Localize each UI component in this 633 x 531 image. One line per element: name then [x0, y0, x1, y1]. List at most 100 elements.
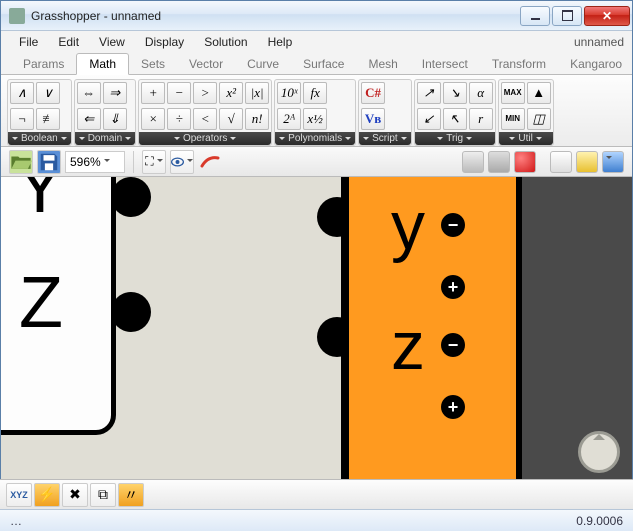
copy-button[interactable]: ⧉ [90, 483, 116, 507]
tab-params[interactable]: Params [11, 54, 76, 74]
menu-display[interactable]: Display [135, 33, 194, 51]
ribbon-button[interactable]: ∧ [10, 82, 34, 104]
minus-port-icon[interactable]: − [441, 213, 465, 237]
titlebar: Grasshopper - unnamed [1, 1, 632, 31]
plug-button[interactable]: ✖ [62, 483, 88, 507]
ribbon-button[interactable]: |x| [245, 82, 269, 104]
ribbon-button[interactable]: 2ᴬ [277, 108, 301, 130]
menu-help[interactable]: Help [258, 33, 303, 51]
tab-intersect[interactable]: Intersect [410, 54, 480, 74]
tab-math[interactable]: Math [76, 53, 129, 75]
version-label: 0.9.0006 [576, 514, 623, 528]
tab-transform[interactable]: Transform [480, 54, 558, 74]
ribbon-group-label[interactable]: Domain [75, 132, 135, 145]
app-icon [9, 8, 25, 24]
ribbon-button[interactable]: > [193, 82, 217, 104]
shade-blue-icon[interactable] [602, 151, 624, 173]
plus-port-icon[interactable]: + [441, 395, 465, 419]
ribbon-group-label[interactable]: Operators [139, 132, 271, 145]
brace-button[interactable]: 〃 [118, 483, 144, 507]
ribbon-button[interactable]: ↙ [417, 108, 441, 130]
component-body [516, 177, 632, 479]
ribbon-group-label[interactable]: Boolean [8, 132, 71, 145]
maximize-button[interactable] [552, 6, 582, 26]
ribbon-button[interactable]: ↘ [443, 82, 467, 104]
preview-button[interactable] [170, 150, 194, 174]
menu-view[interactable]: View [89, 33, 135, 51]
zoom-extents-button[interactable]: ⛶ [142, 150, 166, 174]
shade-red-icon[interactable] [514, 151, 536, 173]
ribbon-button[interactable]: − [167, 82, 191, 104]
zoom-value: 596% [70, 155, 101, 169]
ribbon-button[interactable]: ⇓ [103, 108, 127, 130]
tab-kangaroo[interactable]: Kangaroo [558, 54, 633, 74]
close-button[interactable] [584, 6, 630, 26]
ribbon-button[interactable]: r [469, 108, 493, 130]
ribbon-button[interactable]: MIN [501, 108, 525, 130]
menu-solution[interactable]: Solution [194, 33, 257, 51]
ribbon-group-label[interactable]: Trig [415, 132, 495, 145]
ribbon-group-label[interactable]: Util [499, 132, 553, 145]
ribbon-button[interactable]: ↗ [417, 82, 441, 104]
tab-surface[interactable]: Surface [291, 54, 356, 74]
open-button[interactable] [9, 150, 33, 174]
spark-button[interactable]: ⚡ [34, 483, 60, 507]
ribbon-group-label[interactable]: Script [359, 132, 411, 145]
shade-yellow-icon[interactable] [576, 151, 598, 173]
ribbon-button[interactable]: ÷ [167, 108, 191, 130]
canvas-toolbar: 596% ⛶ [1, 147, 632, 177]
ribbon-button[interactable]: < [193, 108, 217, 130]
tab-strip: Params Math Sets Vector Curve Surface Me… [1, 53, 632, 75]
minimize-button[interactable] [520, 6, 550, 26]
compass-icon[interactable] [578, 431, 620, 473]
sketch-button[interactable] [198, 150, 222, 174]
ribbon-group-operators: +−>x²|x| ×÷<√n! Operators [138, 79, 272, 146]
separator [133, 151, 134, 173]
xyz-button[interactable]: XYZ [6, 483, 32, 507]
ribbon-button[interactable]: √ [219, 108, 243, 130]
shade-cylinder2-icon[interactable] [488, 151, 510, 173]
ribbon-button[interactable]: n! [245, 108, 269, 130]
ribbon-button[interactable]: C# [361, 82, 385, 104]
ribbon-button[interactable]: 10ˣ [277, 82, 301, 104]
ribbon-button[interactable]: ∨ [36, 82, 60, 104]
menu-file[interactable]: File [9, 33, 48, 51]
menubar: File Edit View Display Solution Help unn… [1, 31, 632, 53]
ribbon-button[interactable]: + [141, 82, 165, 104]
tab-sets[interactable]: Sets [129, 54, 177, 74]
zoom-field[interactable]: 596% [65, 151, 125, 173]
ribbon-button[interactable]: α [469, 82, 493, 104]
minus-port-icon[interactable]: − [441, 333, 465, 357]
ribbon-button[interactable]: ⇐ [77, 108, 101, 130]
shade-cylinder1-icon[interactable] [462, 151, 484, 173]
ribbon-button[interactable]: MAX [501, 82, 525, 104]
canvas[interactable]: Y Z y z EV − + − + [1, 177, 632, 479]
shade-grey-icon[interactable] [550, 151, 572, 173]
tab-vector[interactable]: Vector [177, 54, 235, 74]
ribbon: ∧∨¬≢ Boolean ⇔⇒⇐⇓ Domain +−>x²|x| ×÷<√n! Opera… [1, 75, 632, 147]
ribbon-button[interactable]: ⇒ [103, 82, 127, 104]
output-grip-icon[interactable] [111, 292, 151, 332]
footer: … 0.9.0006 [0, 509, 633, 531]
save-button[interactable] [37, 150, 61, 174]
menu-edit[interactable]: Edit [48, 33, 89, 51]
ribbon-group-polynomials: 10ˣfx2ᴬx½ Polynomials [274, 79, 356, 146]
ribbon-button[interactable]: ↖ [443, 108, 467, 130]
tab-curve[interactable]: Curve [235, 54, 291, 74]
ribbon-button[interactable]: Vʙ [361, 108, 385, 130]
ribbon-group-label[interactable]: Polynomials [275, 132, 355, 145]
ribbon-button[interactable]: ▲ [527, 82, 551, 104]
ribbon-button[interactable]: ≢ [36, 108, 60, 130]
plus-port-icon[interactable]: + [441, 275, 465, 299]
ribbon-button[interactable]: x½ [303, 108, 327, 130]
tab-mesh[interactable]: Mesh [356, 54, 409, 74]
output-grip-icon[interactable] [111, 177, 151, 217]
ribbon-button[interactable]: ◫ [527, 108, 551, 130]
ribbon-button[interactable]: fx [303, 82, 327, 104]
ribbon-button[interactable]: ¬ [10, 108, 34, 130]
param-label: z [391, 307, 425, 385]
ribbon-button[interactable]: × [141, 108, 165, 130]
ribbon-button[interactable]: x² [219, 82, 243, 104]
ribbon-button[interactable]: ⇔ [77, 82, 101, 104]
ribbon-group-boolean: ∧∨¬≢ Boolean [7, 79, 72, 146]
